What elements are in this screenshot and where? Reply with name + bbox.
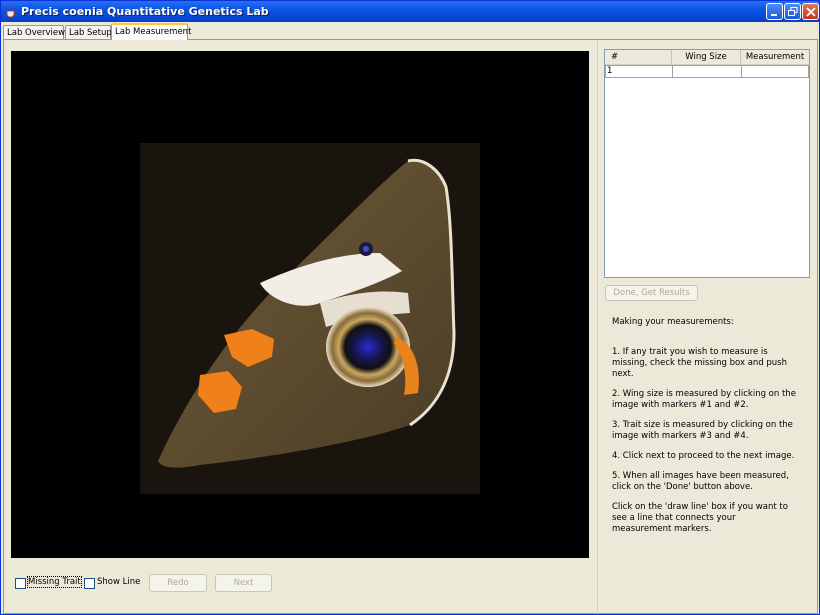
restore-icon: [788, 7, 798, 16]
instruction-step-4: 4. Click next to proceed to the next ima…: [612, 451, 795, 461]
tab-lab-overview[interactable]: Lab Overview: [3, 25, 65, 40]
tab-lab-setup[interactable]: Lab Setup: [65, 25, 112, 40]
butterfly-wing-image: [140, 143, 480, 494]
measurement-controls: Missing Trait Show Line Redo Next: [11, 573, 291, 593]
measurement-image-canvas[interactable]: [11, 51, 589, 558]
column-header-wing-size[interactable]: Wing Size: [672, 50, 741, 65]
next-button[interactable]: Next: [215, 574, 272, 592]
instructions-heading: Making your measurements:: [612, 317, 734, 327]
instruction-step-1: 1. If any trait you wish to measure is m…: [612, 347, 787, 379]
instruction-step-5: 5. When all images have been measured, c…: [612, 471, 789, 492]
panel-divider[interactable]: [597, 40, 598, 614]
minimize-icon: [771, 14, 777, 16]
table-header: # Wing Size Measurement: [605, 50, 809, 65]
missing-trait-label[interactable]: Missing Trait: [27, 576, 82, 588]
minimize-button[interactable]: [766, 3, 783, 20]
column-header-measurement[interactable]: Measurement: [741, 50, 809, 65]
redo-button[interactable]: Redo: [149, 574, 207, 592]
instruction-step-3: 3. Trait size is measured by clicking on…: [612, 420, 793, 441]
missing-trait-checkbox[interactable]: [15, 578, 26, 589]
table-row[interactable]: 1: [605, 65, 809, 78]
tab-lab-measurement[interactable]: Lab Measurement: [111, 23, 191, 40]
close-icon: [806, 7, 816, 17]
cell-wing-size[interactable]: [672, 65, 742, 78]
close-button[interactable]: [802, 3, 819, 20]
cell-measurement[interactable]: [741, 65, 809, 78]
restore-button[interactable]: [784, 3, 801, 20]
instruction-draw-line: Click on the 'draw line' box if you want…: [612, 502, 788, 534]
cell-number[interactable]: 1: [605, 65, 673, 78]
show-line-checkbox[interactable]: [84, 578, 95, 589]
column-header-number[interactable]: #: [605, 50, 672, 65]
show-line-label[interactable]: Show Line: [97, 577, 140, 587]
app-window: Precis coenia Quantitative Genetics Lab …: [0, 0, 820, 615]
title-bar[interactable]: Precis coenia Quantitative Genetics Lab: [1, 1, 819, 22]
java-cup-icon: [6, 4, 17, 18]
measurements-table[interactable]: # Wing Size Measurement 1: [604, 49, 810, 278]
instruction-step-2: 2. Wing size is measured by clicking on …: [612, 389, 796, 410]
done-get-results-button[interactable]: Done, Get Results: [605, 285, 698, 301]
butterfly-wing-drawing: [158, 158, 456, 468]
instructions-panel: Making your measurements: 1. If any trai…: [612, 317, 797, 544]
window-title: Precis coenia Quantitative Genetics Lab: [21, 5, 269, 18]
